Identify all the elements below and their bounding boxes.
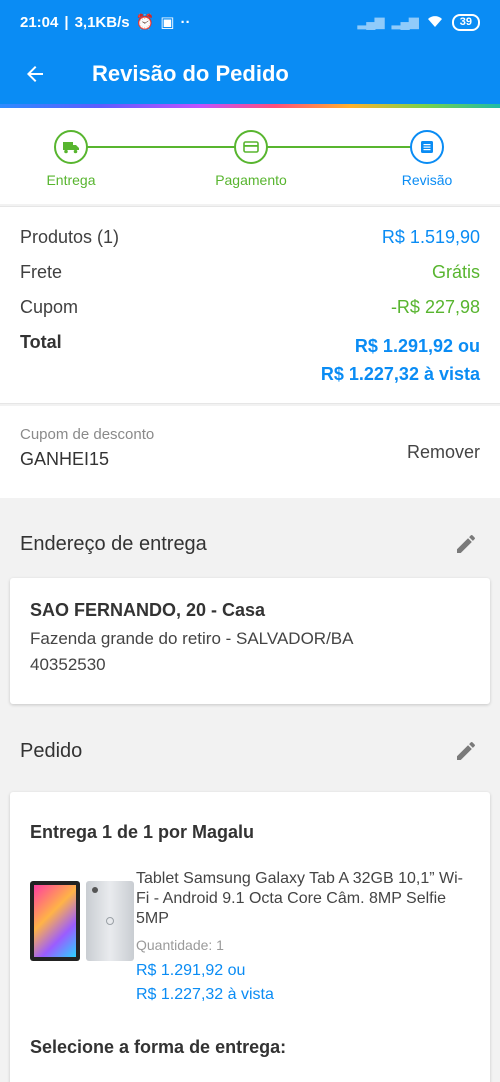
status-time: 21:04 [20, 13, 59, 31]
step-label: Revisão [401, 172, 453, 188]
products-value: R$ 1.519,90 [381, 227, 480, 247]
step-pagamento[interactable]: Pagamento [191, 130, 311, 188]
step-label: Entrega [46, 172, 96, 188]
address-line-district: Fazenda grande do retiro - SALVADOR/BA [30, 629, 354, 648]
step-revisao[interactable]: Revisão [367, 130, 487, 188]
summary-row-coupon: Cupom -R$ 227,98 [20, 297, 480, 332]
coupon-field-label: Cupom de desconto [20, 426, 155, 443]
status-bar: 21:04 | 3,1KB/s ⏰ ▣ ·· ▂▄▆ ▂▄▆ 39 [0, 0, 500, 44]
battery-icon: 39 [451, 13, 480, 31]
total-label: Total [20, 332, 62, 352]
shipping-label: Frete [20, 262, 63, 282]
order-section-header: Pedido [0, 721, 500, 781]
back-button[interactable] [0, 44, 70, 104]
address-line-zip: 40352530 [30, 655, 106, 674]
product-price: R$ 1.291,92 ou R$ 1.227,32 à vista [136, 959, 470, 1007]
product-item[interactable]: Tablet Samsung Galaxy Tab A 32GB 10,1” W… [30, 869, 470, 1007]
status-dots: ·· [180, 13, 191, 31]
signal-icon-2: ▂▄▆ [391, 14, 419, 29]
address-line-street: SAO FERNANDO, 20 - Casa [30, 600, 266, 620]
remove-coupon-button[interactable]: Remover [407, 426, 480, 498]
step-entrega[interactable]: Entrega [11, 130, 131, 188]
summary-row-total: Total R$ 1.291,92 ou R$ 1.227,32 à vista [20, 332, 480, 384]
card-icon [234, 130, 268, 164]
step-label: Pagamento [215, 172, 287, 188]
page-title: Revisão do Pedido [92, 61, 289, 86]
list-icon [410, 130, 444, 164]
coupon-label: Cupom [20, 297, 79, 317]
coupon-value: -R$ 227,98 [390, 297, 480, 317]
arrow-left-icon [27, 66, 43, 82]
app-notification-icon: ▣ [160, 14, 175, 31]
order-summary: Produtos (1) R$ 1.519,90 Frete Grátis Cu… [0, 206, 500, 404]
address-section-header: Endereço de entrega [0, 514, 500, 574]
total-value-cash: R$ 1.227,32 à vista [320, 364, 480, 384]
product-quantity: Quantidade: 1 [136, 937, 224, 953]
product-image [30, 869, 134, 1007]
product-price-installments: R$ 1.291,92 ou [136, 962, 246, 979]
address-section-title: Endereço de entrega [20, 532, 207, 555]
order-card: Entrega 1 de 1 por Magalu Tablet Samsung… [10, 792, 490, 1082]
pencil-icon [457, 534, 475, 553]
alarm-icon: ⏰ [135, 14, 155, 31]
edit-address-button[interactable] [452, 530, 480, 558]
total-value-installments: R$ 1.291,92 ou [354, 336, 480, 356]
delivery-seller: Entrega 1 de 1 por Magalu [30, 822, 255, 842]
summary-row-products: Produtos (1) R$ 1.519,90 [20, 227, 480, 262]
product-name: Tablet Samsung Galaxy Tab A 32GB 10,1” W… [136, 870, 463, 927]
pencil-icon [457, 741, 475, 760]
shipping-value: Grátis [431, 262, 480, 282]
status-speed: 3,1KB/s [74, 13, 130, 31]
signal-icon: ▂▄▆ [357, 14, 384, 29]
products-label: Produtos (1) [20, 227, 120, 247]
app-bar: Revisão do Pedido [0, 44, 500, 104]
tablet-front-image [30, 881, 80, 961]
checkout-stepper: Entrega Pagamento Revisão [0, 108, 500, 204]
address-card[interactable]: SAO FERNANDO, 20 - Casa Fazenda grande d… [10, 578, 490, 704]
total-values: R$ 1.291,92 ou R$ 1.227,32 à vista [321, 332, 480, 388]
tablet-back-image [86, 881, 134, 961]
select-delivery-heading: Selecione a forma de entrega: [30, 1037, 287, 1057]
summary-row-shipping: Frete Grátis [20, 262, 480, 297]
coupon-code: GANHEI15 [20, 449, 110, 469]
coupon-box: Cupom de desconto GANHEI15 Remover [0, 406, 500, 498]
truck-icon [54, 130, 88, 164]
product-price-cash: R$ 1.227,32 à vista [136, 986, 274, 1003]
wifi-icon [426, 14, 444, 31]
order-section-title: Pedido [20, 739, 83, 762]
edit-order-button[interactable] [452, 737, 480, 765]
